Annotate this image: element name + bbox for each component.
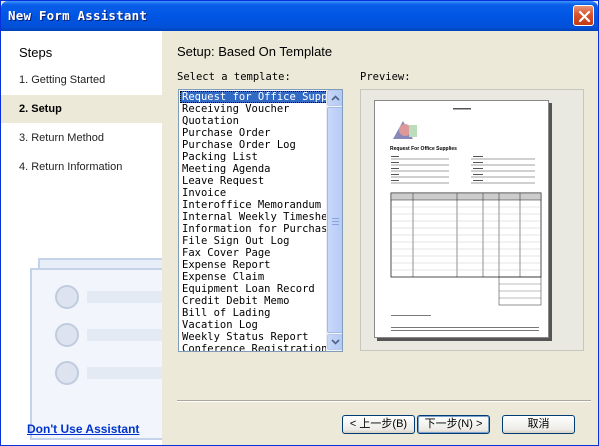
cancel-button[interactable]: 取消	[502, 415, 575, 434]
template-listbox[interactable]: Request for Office Suppl Receiving Vouche…	[178, 89, 343, 352]
preview-document-title: Request For Office Supplies	[390, 146, 457, 152]
step-setup: 2. Setup	[1, 95, 162, 123]
step-getting-started: 1. Getting Started	[19, 74, 106, 86]
template-list-item[interactable]: Equipment Loan Record	[180, 283, 328, 295]
title-bar[interactable]: New Form Assistant	[1, 1, 598, 31]
step-return-method: 3. Return Method	[19, 132, 104, 144]
template-list-label: Select a template:	[177, 71, 291, 83]
list-scrollbar[interactable]	[326, 90, 342, 351]
close-button[interactable]	[573, 5, 594, 26]
step-return-information: 4. Return Information	[19, 161, 123, 173]
next-button[interactable]: 下一步(N) >	[417, 415, 490, 434]
scroll-thumb[interactable]	[327, 107, 342, 333]
setup-panel: Setup: Based On Template Select a templa…	[162, 31, 598, 445]
preview-label: Preview:	[360, 71, 411, 83]
template-list-item[interactable]: Weekly Status Report	[180, 331, 328, 343]
template-list-item[interactable]: Bill of Lading	[180, 307, 328, 319]
template-list-item[interactable]: Request for Office Suppl	[180, 91, 328, 103]
window-title: New Form Assistant	[8, 8, 148, 23]
decorative-form-icon	[30, 258, 162, 440]
close-icon	[578, 10, 591, 23]
template-list-item[interactable]: Interoffice Memorandum	[180, 199, 328, 211]
steps-panel: Steps 1. Getting Started 2. Setup 3. Ret…	[1, 31, 162, 445]
template-list-item[interactable]: Credit Debit Memo	[180, 295, 328, 307]
template-list-item[interactable]: Conference Registration	[180, 343, 328, 351]
dont-use-assistant-link[interactable]: Don't Use Assistant	[27, 422, 139, 436]
scroll-up-button[interactable]	[327, 90, 342, 106]
template-list-item[interactable]: Packing List	[180, 151, 328, 163]
preview-page: Request For Office Supplies	[374, 100, 549, 338]
template-list-item[interactable]: Purchase Order Log	[180, 139, 328, 151]
template-list-item[interactable]: Expense Report	[180, 259, 328, 271]
back-button[interactable]: < 上一步(B)	[342, 415, 415, 434]
wizard-window: New Form Assistant Steps 1. Getting Star…	[0, 0, 599, 446]
template-list-item[interactable]: Receiving Voucher	[180, 103, 328, 115]
chevron-down-icon	[331, 339, 340, 345]
chevron-up-icon	[331, 95, 340, 101]
footer-divider	[177, 400, 591, 402]
preview-form-graphic	[390, 108, 542, 331]
steps-title: Steps	[19, 45, 53, 60]
template-list-item[interactable]: Purchase Order	[180, 127, 328, 139]
template-list-item[interactable]: Expense Claim	[180, 271, 328, 283]
scroll-down-button[interactable]	[327, 334, 342, 350]
template-list-item[interactable]: Quotation	[180, 115, 328, 127]
template-list-item[interactable]: Leave Request	[180, 175, 328, 187]
template-list-item[interactable]: Internal Weekly Timeshee	[180, 211, 328, 223]
template-preview: Request For Office Supplies	[360, 89, 584, 351]
template-list-item[interactable]: Vacation Log	[180, 319, 328, 331]
page-title: Setup: Based On Template	[177, 44, 333, 59]
template-list-item[interactable]: Invoice	[180, 187, 328, 199]
template-list-item[interactable]: File Sign Out Log	[180, 235, 328, 247]
template-list: Request for Office Suppl Receiving Vouche…	[180, 91, 328, 351]
template-list-item[interactable]: Information for Purchase	[180, 223, 328, 235]
template-list-item[interactable]: Fax Cover Page	[180, 247, 328, 259]
template-list-item[interactable]: Meeting Agenda	[180, 163, 328, 175]
